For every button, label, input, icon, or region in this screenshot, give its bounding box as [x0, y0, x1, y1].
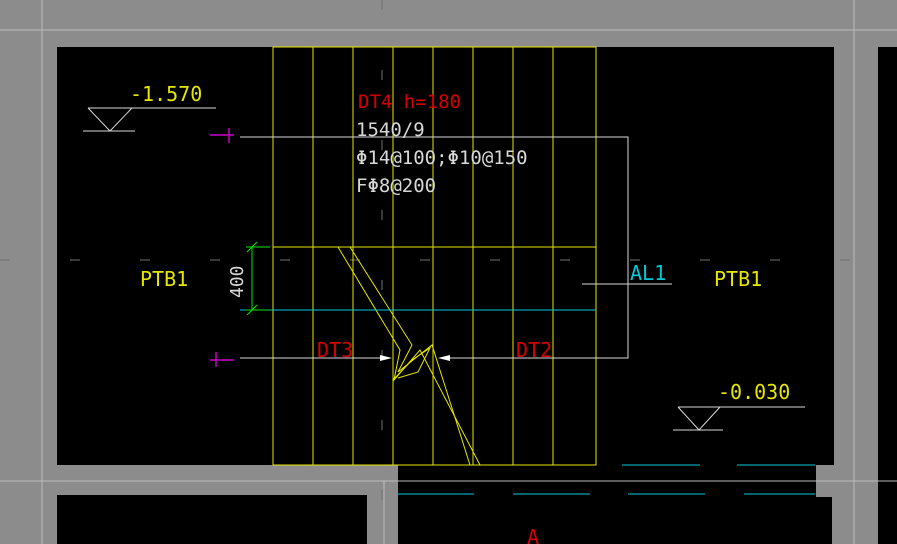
stair-main-rebar: Φ14@100;Φ10@150	[356, 147, 528, 169]
room-bottom-mid-lower	[398, 497, 832, 544]
level-label-bottom: -0.030	[718, 380, 790, 404]
stair-name-height: DT4 h=180	[358, 91, 461, 113]
stair-dist-rebar: FΦ8@200	[356, 175, 436, 197]
stair-plan-drawing[interactable]: -1.570 -0.030 DT4 h=180 1540/9 Φ14@100;Φ…	[0, 0, 897, 544]
grid-label-bottom: A	[527, 525, 539, 544]
room-right-strip	[878, 47, 897, 544]
flight-label-left: DT3	[317, 338, 353, 362]
stair-step-spec: 1540/9	[356, 119, 425, 141]
dimension-label-400: 400	[227, 265, 248, 298]
level-label-top: -1.570	[130, 82, 202, 106]
cad-drawing-canvas[interactable]: -1.570 -0.030 DT4 h=180 1540/9 Φ14@100;Φ…	[0, 0, 897, 544]
slab-label-right: PTB1	[714, 267, 762, 291]
landing-beam-label: AL1	[630, 261, 666, 285]
flight-label-right: DT2	[516, 338, 552, 362]
slab-label-left: PTB1	[140, 267, 188, 291]
room-bottom-left	[57, 495, 367, 544]
